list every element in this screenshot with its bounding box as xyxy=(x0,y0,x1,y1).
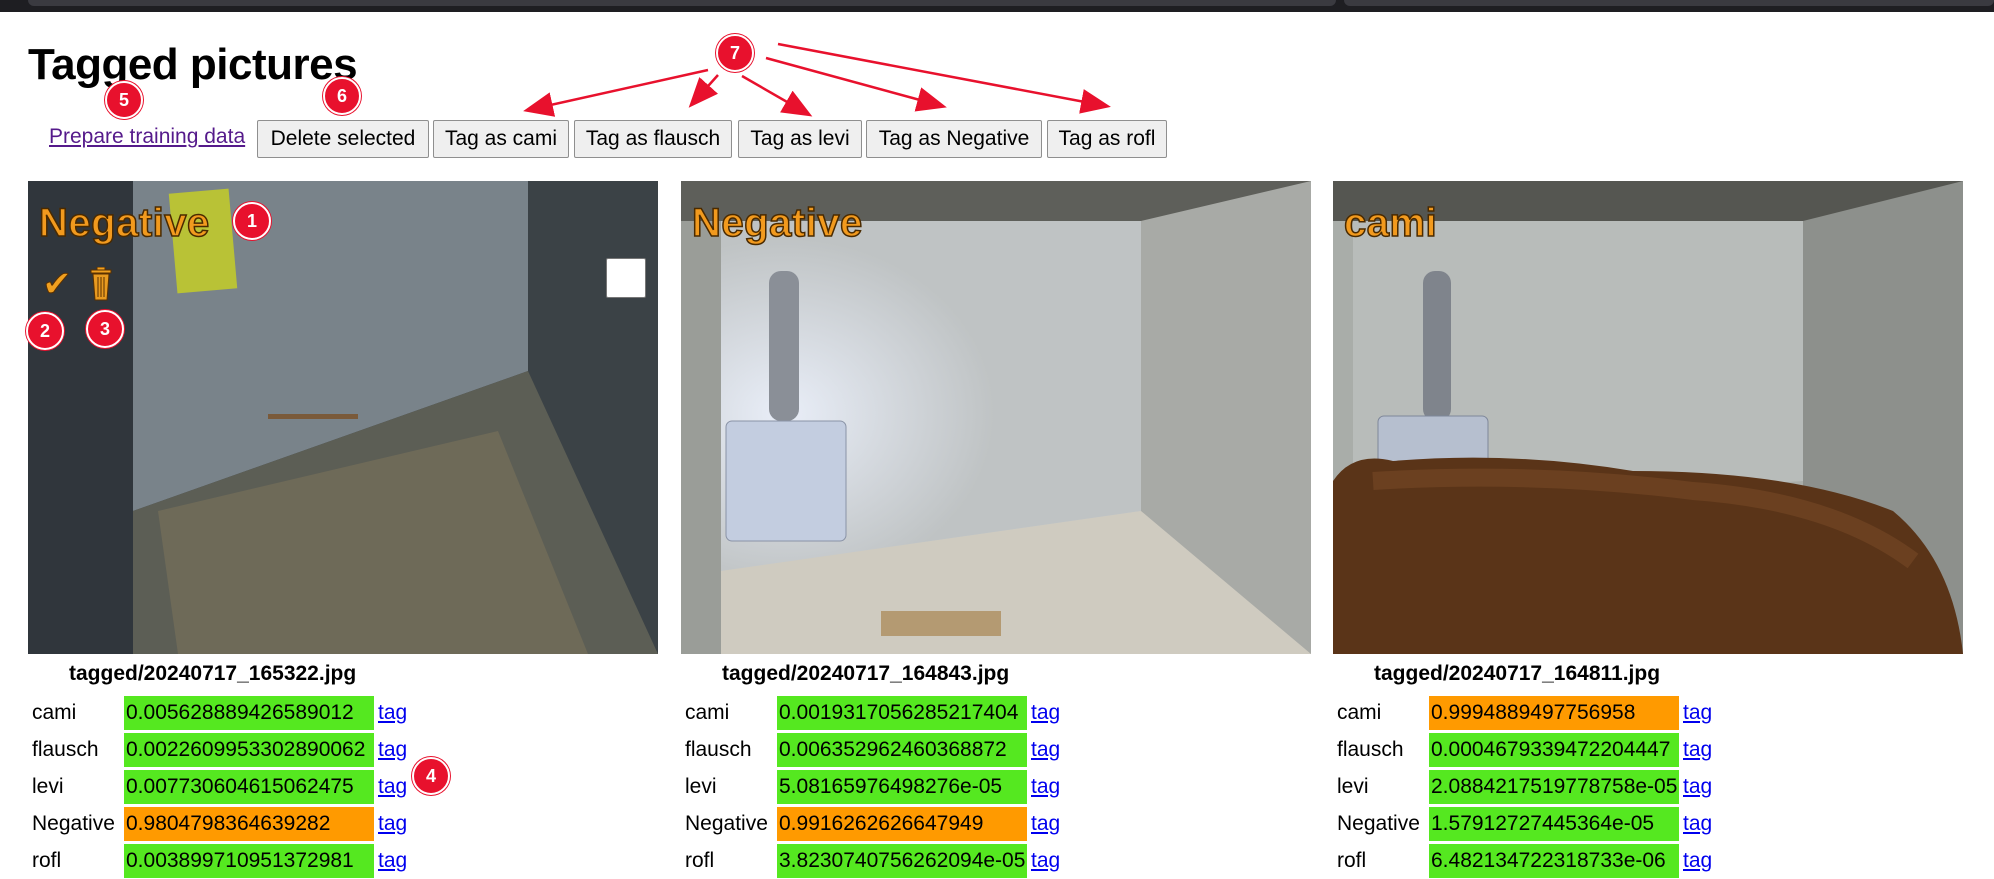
score-value: 2.0884217519778758e-05 xyxy=(1429,769,1679,804)
score-value: 1.57912727445364e-05 xyxy=(1429,806,1679,841)
class-name: rofl xyxy=(32,848,62,872)
browser-tab[interactable] xyxy=(28,0,1336,6)
file-name: tagged/20240717_164811.jpg xyxy=(1374,662,1661,685)
score-row: Negative 1.57912727445364e-05 tag xyxy=(1333,805,1963,842)
class-name: cami xyxy=(1337,700,1382,724)
tag-link[interactable]: tag xyxy=(1683,775,1712,799)
tag-link[interactable]: tag xyxy=(1031,812,1060,836)
annotation-marker-7: 7 xyxy=(716,34,754,72)
class-name: rofl xyxy=(1337,848,1367,872)
photo-litter-box-with-cat xyxy=(1333,181,1963,654)
class-name: levi xyxy=(1337,774,1369,798)
tag-link[interactable]: tag xyxy=(378,738,407,762)
file-name: tagged/20240717_164843.jpg xyxy=(722,662,1010,685)
score-row: levi 2.0884217519778758e-05 tag xyxy=(1333,768,1963,805)
class-name: levi xyxy=(685,774,717,798)
tag-link[interactable]: tag xyxy=(378,775,407,799)
predicted-label: cami xyxy=(1343,200,1438,246)
score-row: levi 0.007730604615062475 tag xyxy=(28,768,658,805)
tag-as-flausch-button[interactable]: Tag as flausch xyxy=(574,120,732,158)
tag-link[interactable]: tag xyxy=(378,849,407,873)
score-table: cami 0.9994889497756958 tag flausch 0.00… xyxy=(1333,694,1963,879)
prepare-training-data-link[interactable]: Prepare training data xyxy=(49,125,245,149)
delete-selected-button[interactable]: Delete selected xyxy=(257,120,429,158)
annotation-marker-2: 2 xyxy=(26,312,64,350)
tag-as-rofl-button[interactable]: Tag as rofl xyxy=(1047,120,1167,158)
score-value: 0.007730604615062475 xyxy=(124,769,374,804)
predicted-label: Negative xyxy=(691,200,863,246)
file-name: tagged/20240717_165322.jpg xyxy=(69,662,357,685)
score-row: cami 0.9994889497756958 tag xyxy=(1333,694,1963,731)
score-row: rofl 3.8230740756262094e-05 tag xyxy=(681,842,1311,879)
tag-link[interactable]: tag xyxy=(1683,812,1712,836)
photo-litter-box-dark xyxy=(28,181,658,654)
camera-photo[interactable]: Negative ✔ xyxy=(28,181,658,654)
score-value: 5.08165976498276e-05 xyxy=(777,769,1027,804)
score-row: cami 0.0019317056285217404 tag xyxy=(681,694,1311,731)
score-row: cami 0.005628889426589012 tag xyxy=(28,694,658,731)
score-row: flausch 0.0022609953302890062 tag xyxy=(28,731,658,768)
score-row: levi 5.08165976498276e-05 tag xyxy=(681,768,1311,805)
score-row: Negative 0.9804798364639282 tag xyxy=(28,805,658,842)
tag-link[interactable]: tag xyxy=(1683,849,1712,873)
predicted-label: Negative xyxy=(38,200,210,246)
score-value: 0.003899710951372981 xyxy=(124,843,374,878)
score-value: 0.9916262626647949 xyxy=(777,806,1027,841)
tag-as-levi-button[interactable]: Tag as levi xyxy=(738,120,862,158)
score-value: 3.8230740756262094e-05 xyxy=(777,843,1027,878)
score-table: cami 0.0019317056285217404 tag flausch 0… xyxy=(681,694,1311,879)
annotation-marker-6: 6 xyxy=(323,77,361,115)
photo-litter-box-bright xyxy=(681,181,1311,654)
score-value: 0.9994889497756958 xyxy=(1429,695,1679,730)
score-row: Negative 0.9916262626647949 tag xyxy=(681,805,1311,842)
tag-link[interactable]: tag xyxy=(1683,738,1712,762)
tag-link[interactable]: tag xyxy=(1031,701,1060,725)
tag-as-cami-button[interactable]: Tag as cami xyxy=(433,120,569,158)
score-row: flausch 0.0004679339472204447 tag xyxy=(1333,731,1963,768)
score-value: 0.0019317056285217404 xyxy=(777,695,1027,730)
class-name: flausch xyxy=(32,737,99,761)
camera-photo[interactable]: Negative xyxy=(681,181,1311,654)
class-name: flausch xyxy=(685,737,752,761)
browser-top-bar xyxy=(0,0,1994,12)
class-name: cami xyxy=(32,700,77,724)
annotation-marker-5: 5 xyxy=(105,81,143,119)
picture-card: Negative tagged/20240717_164843.jpg cami… xyxy=(681,181,1311,879)
score-value: 0.005628889426589012 xyxy=(124,695,374,730)
tag-link[interactable]: tag xyxy=(1031,775,1060,799)
camera-photo[interactable]: cami xyxy=(1333,181,1963,654)
picture-card: Negative ✔ tagged/20240717_165322.jpg ca… xyxy=(28,181,658,879)
select-checkbox[interactable] xyxy=(606,258,646,298)
tag-link[interactable]: tag xyxy=(378,812,407,836)
tag-link[interactable]: tag xyxy=(1031,849,1060,873)
score-value: 0.006352962460368872 xyxy=(777,732,1027,767)
class-name: Negative xyxy=(32,811,115,835)
annotation-marker-3: 3 xyxy=(86,310,124,348)
score-row: rofl 0.003899710951372981 tag xyxy=(28,842,658,879)
tag-link[interactable]: tag xyxy=(1031,738,1060,762)
annotation-marker-1: 1 xyxy=(233,202,271,240)
annotation-marker-4: 4 xyxy=(412,757,450,795)
tag-link[interactable]: tag xyxy=(1683,701,1712,725)
score-value: 6.482134722318733e-06 xyxy=(1429,843,1679,878)
page-title: Tagged pictures xyxy=(28,40,358,89)
class-name: rofl xyxy=(685,848,715,872)
browser-tab[interactable] xyxy=(1344,0,1994,6)
picture-card: cami tagged/20240717_164811.jpg cami 0.9… xyxy=(1333,181,1963,879)
tag-as-negative-button[interactable]: Tag as Negative xyxy=(866,120,1042,158)
score-row: flausch 0.006352962460368872 tag xyxy=(681,731,1311,768)
score-row: rofl 6.482134722318733e-06 tag xyxy=(1333,842,1963,879)
class-name: levi xyxy=(32,774,64,798)
class-name: cami xyxy=(685,700,730,724)
score-value: 0.9804798364639282 xyxy=(124,806,374,841)
class-name: Negative xyxy=(685,811,768,835)
score-value: 0.0022609953302890062 xyxy=(124,732,374,767)
score-value: 0.0004679339472204447 xyxy=(1429,732,1679,767)
tag-link[interactable]: tag xyxy=(378,701,407,725)
class-name: Negative xyxy=(1337,811,1420,835)
score-table: cami 0.005628889426589012 tag flausch 0.… xyxy=(28,694,658,879)
class-name: flausch xyxy=(1337,737,1404,761)
confirm-check-icon[interactable]: ✔ xyxy=(41,263,72,305)
